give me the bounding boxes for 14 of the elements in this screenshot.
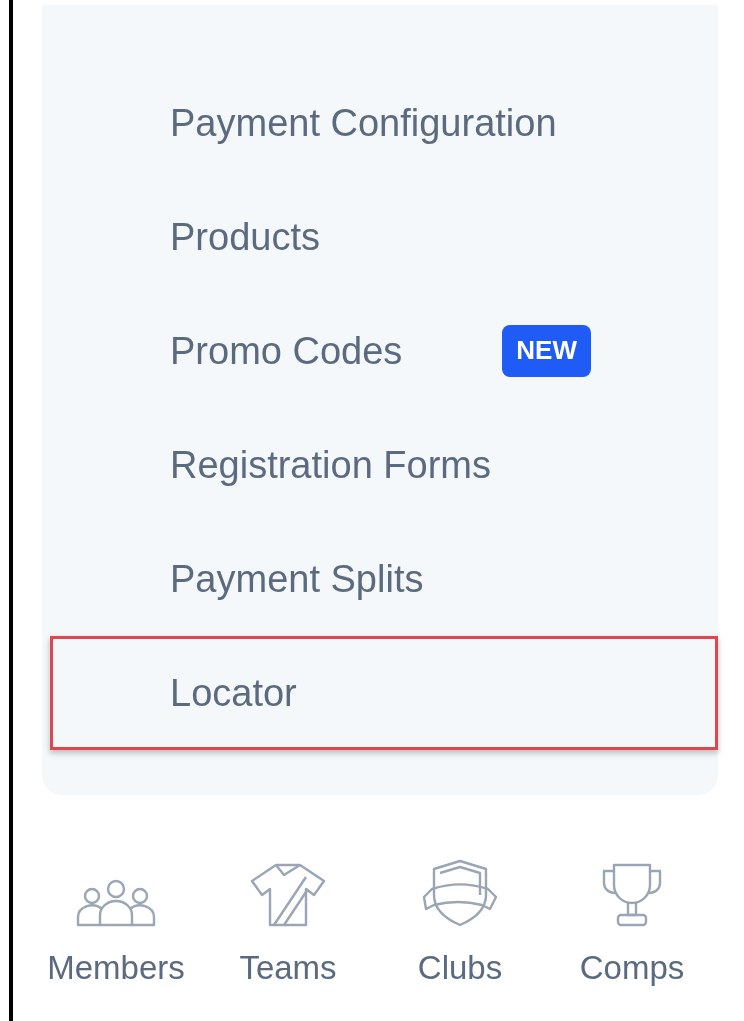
menu-item[interactable]: Payment Splits — [42, 522, 718, 636]
nav-label[interactable]: Members — [47, 949, 185, 987]
menu-item[interactable]: Registration Forms — [42, 408, 718, 522]
new-badge: NEW — [502, 325, 591, 377]
menu-item[interactable]: Payment Configuration — [42, 66, 718, 180]
nav-label[interactable]: Teams — [239, 949, 337, 987]
people-icon[interactable] — [74, 879, 158, 927]
menu-item[interactable]: Promo Codes NEW — [42, 294, 718, 408]
trophy-icon[interactable] — [600, 863, 664, 927]
nav-label[interactable]: Clubs — [417, 949, 503, 987]
nav-label[interactable]: Comps — [579, 949, 685, 987]
menu-item[interactable]: Products — [42, 180, 718, 294]
menu-item[interactable]: Locator — [50, 636, 718, 750]
shirt-icon[interactable] — [250, 863, 326, 927]
